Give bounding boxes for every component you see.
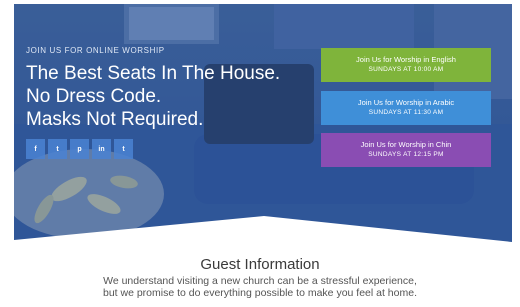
twitter-icon[interactable]: t: [48, 139, 67, 159]
headline-line: Masks Not Required.: [26, 109, 204, 130]
guest-information-text: We understand visiting a new church can …: [0, 275, 520, 299]
hero-banner: JOIN US FOR ONLINE WORSHIP The Best Seat…: [14, 4, 512, 246]
facebook-icon[interactable]: f: [26, 139, 45, 159]
headline-line: No Dress Code.: [26, 86, 162, 107]
worship-chin-button[interactable]: Join Us for Worship in Chin SUNDAYS AT 1…: [321, 133, 491, 167]
button-label: Join Us for Worship in English: [356, 55, 456, 64]
button-time: SUNDAYS AT 11:30 AM: [368, 109, 444, 116]
button-label: Join Us for Worship in Arabic: [357, 98, 455, 107]
button-label: Join Us for Worship in Chin: [360, 140, 452, 149]
tumblr-icon[interactable]: t: [114, 139, 133, 159]
button-time: SUNDAYS AT 12:15 PM: [368, 151, 444, 158]
guest-information-heading: Guest Information: [200, 256, 320, 273]
headline-line: The Best Seats In The House.: [26, 63, 281, 84]
worship-english-button[interactable]: Join Us for Worship in English SUNDAYS A…: [321, 48, 491, 82]
button-time: SUNDAYS AT 10:00 AM: [368, 66, 444, 73]
social-share-bar: f t p in t: [26, 139, 133, 159]
hero-eyebrow: JOIN US FOR ONLINE WORSHIP: [26, 46, 165, 55]
hero-headline: The Best Seats In The House. No Dress Co…: [26, 62, 280, 131]
linkedin-icon[interactable]: in: [92, 139, 111, 159]
guest-text-line: We understand visiting a new church can …: [103, 275, 417, 287]
guest-text-line: but we promise to do everything possible…: [102, 287, 417, 299]
worship-arabic-button[interactable]: Join Us for Worship in Arabic SUNDAYS AT…: [321, 91, 491, 125]
pinterest-icon[interactable]: p: [70, 139, 89, 159]
